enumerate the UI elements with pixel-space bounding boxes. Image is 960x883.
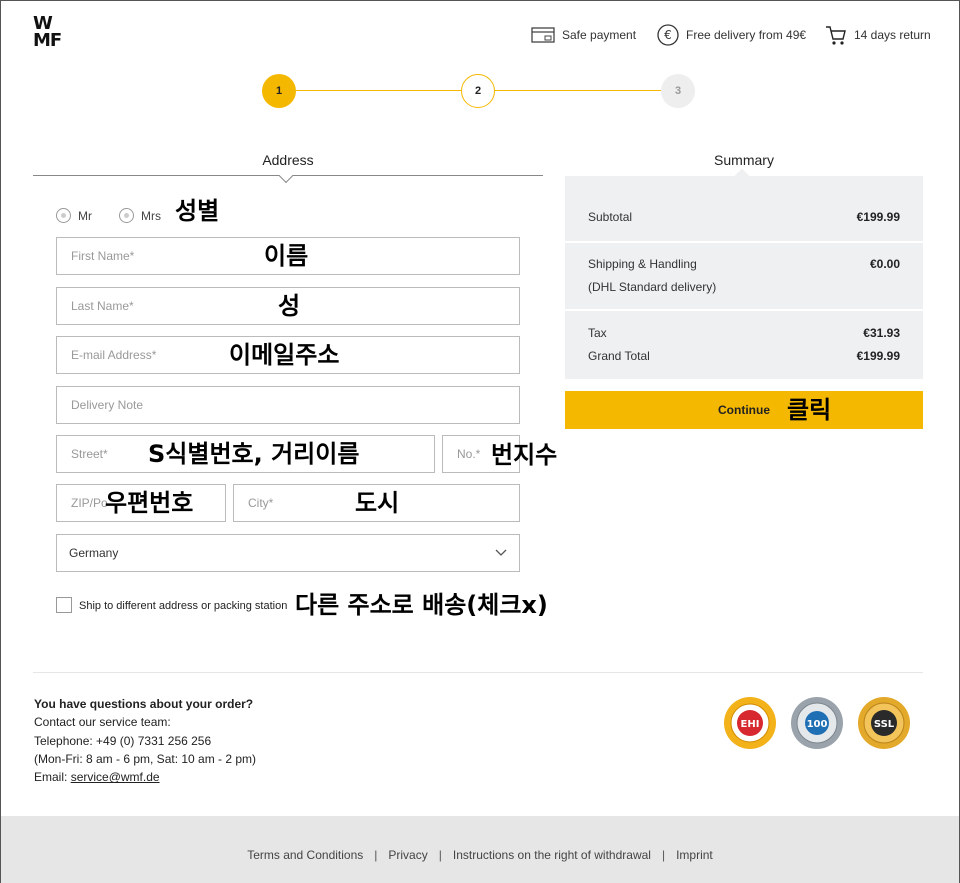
footer-separator: | xyxy=(438,848,442,862)
footer-links: Terms and Conditions | Privacy | Instruc… xyxy=(1,816,959,883)
subtotal-label: Subtotal xyxy=(588,210,633,224)
mrs-radio[interactable] xyxy=(119,208,134,223)
step-3: 3 xyxy=(661,74,695,108)
ship-different-label[interactable]: Ship to different address or packing sta… xyxy=(79,600,287,612)
summary-title: Summary xyxy=(714,152,774,168)
subtotal-value: €199.99 xyxy=(856,210,900,224)
annotation-gender: 성별 xyxy=(175,197,220,225)
privacy-link[interactable]: Privacy xyxy=(388,848,427,862)
safe-payment-info: Safe payment xyxy=(531,23,636,47)
grand-total-value: €199.99 xyxy=(856,349,900,363)
footer-separator: | xyxy=(661,848,666,862)
ehi-seal-icon: EHI xyxy=(724,697,776,749)
mr-label: Mr xyxy=(78,208,92,223)
wmf-logo[interactable]: W MF xyxy=(33,15,65,51)
tax-value: €31.93 xyxy=(863,326,900,340)
contact-hours: (Mon-Fri: 8 am - 6 pm, Sat: 10 am - 2 pm… xyxy=(34,751,257,766)
annotation-number: 번지수 xyxy=(491,441,558,469)
svg-text:€: € xyxy=(664,28,672,42)
returns-label: 14 days return xyxy=(854,28,931,42)
chevron-down-icon xyxy=(495,549,507,556)
address-caret xyxy=(278,168,294,184)
contact-line: Contact our service team: xyxy=(34,715,171,730)
withdrawal-link[interactable]: Instructions on the right of withdrawal xyxy=(453,848,651,862)
annotation-first-name: 이름 xyxy=(264,242,309,270)
imprint-link[interactable]: Imprint xyxy=(676,848,713,862)
annotation-street: S식별번호, 거리이름 xyxy=(148,440,360,468)
grand-total-label: Grand Total xyxy=(588,349,650,363)
guarantee-center-text: 100 xyxy=(807,719,828,730)
annotation-continue: 클릭 xyxy=(787,396,832,424)
annotation-ship-different: 다른 주소로 배송(체크x) xyxy=(295,591,548,619)
continue-label: Continue xyxy=(718,403,770,417)
salutation-mr[interactable]: Mr xyxy=(56,208,92,223)
summary-divider xyxy=(565,241,923,243)
step-1[interactable]: 1 xyxy=(262,74,296,108)
footer-divider xyxy=(33,672,923,673)
step-connector-2 xyxy=(495,90,661,91)
subtotal-row: Subtotal €199.99 xyxy=(565,206,923,229)
ehi-center-text: EHI xyxy=(741,719,760,730)
delivery-note-field[interactable]: Delivery Note xyxy=(56,386,520,424)
totals-row: Tax €31.93 Grand Total €199.99 xyxy=(565,322,923,368)
free-delivery-info: € Free delivery from 49€ xyxy=(657,23,806,47)
ssl-badge[interactable]: SSL xyxy=(857,696,911,750)
contact-email-line: Email: service@wmf.de xyxy=(34,768,256,786)
cart-icon xyxy=(826,26,846,45)
shipping-method: (DHL Standard delivery) xyxy=(588,280,717,294)
shipping-row: Shipping & Handling €0.00 (DHL Standard d… xyxy=(565,253,923,299)
annotation-city: 도시 xyxy=(355,489,400,517)
salutation-mrs[interactable]: Mrs xyxy=(119,208,161,223)
ship-different-checkbox[interactable] xyxy=(56,597,72,613)
guarantee-badge[interactable]: 100 xyxy=(790,696,844,750)
contact-phone: Telephone: +49 (0) 7331 256 256 xyxy=(34,733,212,748)
annotation-last-name: 성 xyxy=(278,292,301,320)
annotation-zip: 우편번호 xyxy=(105,489,194,517)
ehi-badge[interactable]: EHI xyxy=(723,696,777,750)
contact-email-link[interactable]: service@wmf.de xyxy=(71,770,160,784)
annotation-email: 이메일주소 xyxy=(229,341,340,369)
country-select[interactable]: Germany xyxy=(56,534,520,572)
ssl-center-text: SSL xyxy=(874,719,895,730)
safe-payment-label: Safe payment xyxy=(562,28,637,42)
ssl-seal-icon: SSL xyxy=(858,697,910,749)
shipping-value: €0.00 xyxy=(869,257,900,271)
summary-divider xyxy=(565,309,923,311)
shipping-label: Shipping & Handling xyxy=(588,257,697,271)
contact-info: You have questions about your order? Con… xyxy=(34,695,256,786)
terms-link[interactable]: Terms and Conditions xyxy=(247,848,363,862)
mrs-label: Mrs xyxy=(141,208,161,223)
step-2[interactable]: 2 xyxy=(461,74,495,108)
guarantee-seal-icon: 100 xyxy=(791,697,843,749)
step-connector-1 xyxy=(296,90,462,91)
free-delivery-label: Free delivery from 49€ xyxy=(686,28,807,42)
returns-info: 14 days return xyxy=(825,23,931,47)
continue-button[interactable]: Continue xyxy=(565,391,923,429)
email-prefix: Email: xyxy=(34,770,71,785)
tax-label: Tax xyxy=(588,326,607,340)
footer-separator: | xyxy=(374,848,378,862)
euro-icon: € xyxy=(657,24,679,46)
mr-radio[interactable] xyxy=(56,208,71,223)
address-title: Address xyxy=(262,152,314,168)
contact-question: You have questions about your order? xyxy=(34,697,254,711)
credit-card-icon xyxy=(531,27,555,43)
country-value: Germany xyxy=(69,546,119,560)
